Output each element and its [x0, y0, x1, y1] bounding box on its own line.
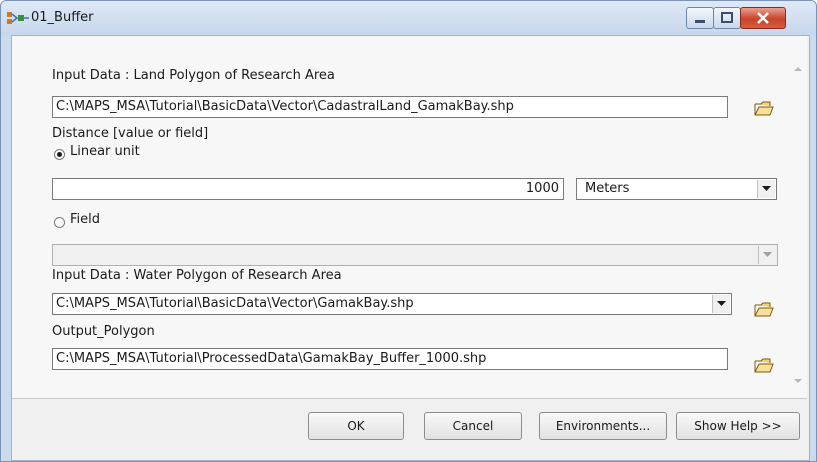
- linear-unit-label: Linear unit: [70, 144, 140, 159]
- output-polygon-field[interactable]: C:\MAPS_MSA\Tutorial\ProcessedData\Gamak…: [52, 348, 728, 370]
- distance-value-input[interactable]: 1000: [52, 178, 564, 200]
- window-title: 01_Buffer: [31, 10, 94, 25]
- open-folder-icon[interactable]: [753, 298, 775, 320]
- minimize-button[interactable]: [686, 7, 714, 29]
- distance-unit-select[interactable]: Meters: [576, 178, 777, 200]
- environments-button[interactable]: Environments...: [539, 412, 667, 440]
- field-radio[interactable]: [54, 217, 65, 228]
- dropdown-arrow[interactable]: [757, 180, 775, 198]
- show-help-button[interactable]: Show Help >>: [676, 412, 800, 440]
- ok-button[interactable]: OK: [308, 412, 404, 440]
- cancel-button[interactable]: Cancel: [424, 412, 522, 440]
- input-data-label: Input Data : Land Polygon of Research Ar…: [52, 68, 335, 83]
- dialog-client-area: Input Data : Land Polygon of Research Ar…: [11, 35, 810, 461]
- chevron-down-icon: [717, 301, 726, 306]
- distance-unit-value: Meters: [585, 181, 630, 196]
- model-tool-icon: [7, 12, 29, 24]
- close-icon: [757, 12, 769, 24]
- parameters-pane: Input Data : Land Polygon of Research Ar…: [12, 36, 807, 399]
- scroll-down-icon[interactable]: [794, 378, 802, 384]
- input-data-field[interactable]: C:\MAPS_MSA\Tutorial\BasicData\Vector\Ca…: [52, 96, 728, 118]
- water-data-label: Input Data : Water Polygon of Research A…: [52, 268, 342, 283]
- vertical-scrollbar[interactable]: [790, 36, 807, 398]
- dropdown-arrow-disabled: [758, 246, 776, 264]
- water-data-value: C:\MAPS_MSA\Tutorial\BasicData\Vector\Ga…: [56, 296, 414, 311]
- open-folder-icon[interactable]: [753, 97, 775, 119]
- field-select[interactable]: [52, 244, 778, 266]
- minimize-icon: [695, 20, 705, 23]
- open-folder-icon[interactable]: [753, 354, 775, 376]
- dropdown-arrow[interactable]: [712, 295, 730, 313]
- close-button[interactable]: [740, 7, 786, 29]
- distance-label: Distance [value or field]: [52, 126, 209, 141]
- output-polygon-label: Output_Polygon: [52, 324, 155, 339]
- buffer-dialog-window: 01_Buffer Input Data : Land Polygon of R…: [0, 0, 817, 462]
- water-data-select[interactable]: C:\MAPS_MSA\Tutorial\BasicData\Vector\Ga…: [52, 293, 732, 315]
- chevron-down-icon: [762, 186, 771, 191]
- linear-unit-radio[interactable]: [54, 149, 65, 160]
- maximize-icon: [721, 12, 733, 23]
- chevron-down-icon: [763, 252, 772, 257]
- field-label: Field: [70, 212, 101, 227]
- title-bar[interactable]: 01_Buffer: [1, 1, 816, 35]
- scroll-up-icon[interactable]: [794, 66, 802, 72]
- maximize-button[interactable]: [713, 7, 741, 29]
- radio-selected-dot: [57, 152, 62, 157]
